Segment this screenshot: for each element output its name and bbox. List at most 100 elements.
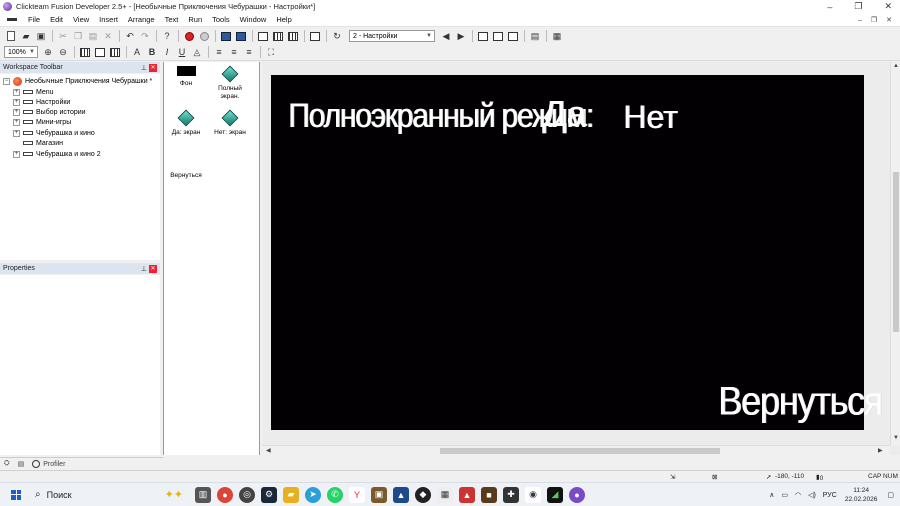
windows-start-icon[interactable]: [11, 489, 21, 500]
object-item-back[interactable]: Вернуться: [164, 172, 208, 180]
taskbar-search[interactable]: ⌕ Поиск ✦✦: [35, 486, 185, 504]
tab-profiler[interactable]: Profiler: [32, 460, 65, 468]
obs-icon[interactable]: ◎: [239, 486, 255, 503]
align-right-button[interactable]: ≡: [242, 45, 256, 59]
prev-frame-button[interactable]: ◀: [439, 29, 453, 43]
file-explorer-icon[interactable]: ▰: [283, 486, 299, 503]
language-indicator[interactable]: РУС: [823, 492, 837, 499]
no-option[interactable]: Нет: [623, 99, 678, 136]
tree-frame-story[interactable]: + Выбор истории: [13, 107, 86, 117]
new-button[interactable]: [4, 29, 18, 43]
menu-tools[interactable]: Tools: [207, 15, 235, 24]
tree-root[interactable]: − Необычные Приключения Чебурашки *: [3, 76, 152, 86]
scroll-down-icon[interactable]: ▼: [893, 435, 899, 441]
menu-file[interactable]: File: [23, 15, 45, 24]
system-menu-icon[interactable]: [7, 18, 17, 21]
paste-button[interactable]: ▤: [86, 29, 100, 43]
yandex-browser-icon[interactable]: Y: [349, 486, 365, 503]
expand-icon[interactable]: +: [13, 98, 20, 106]
back-button[interactable]: Вернуться: [718, 378, 883, 424]
taskbar-clock[interactable]: 11:24 22.02.2026: [845, 486, 878, 504]
menu-view[interactable]: View: [68, 15, 94, 24]
minimize-button[interactable]: –: [827, 2, 832, 12]
menu-text[interactable]: Text: [160, 15, 184, 24]
cut-button[interactable]: ✂: [56, 29, 70, 43]
yes-option[interactable]: Да: [542, 93, 586, 135]
help-button[interactable]: ?: [160, 29, 174, 43]
scroll-right-icon[interactable]: ▶: [878, 447, 883, 454]
copy-button[interactable]: ❐: [71, 29, 85, 43]
tab-library[interactable]: ▤: [18, 460, 25, 468]
zoom-fit-button[interactable]: ⊖: [56, 45, 70, 59]
app-icon-3[interactable]: ◆: [415, 486, 431, 503]
restore-button[interactable]: ❐: [854, 1, 862, 12]
horizontal-scroll-thumb[interactable]: [440, 448, 720, 454]
event-editor-button[interactable]: [256, 29, 270, 43]
menu-run[interactable]: Run: [183, 15, 207, 24]
close-panel-icon[interactable]: ✕: [149, 264, 157, 273]
app-icon-5[interactable]: ✚: [503, 486, 519, 503]
whatsapp-icon[interactable]: ✆: [327, 486, 343, 503]
storyboard-button[interactable]: [219, 29, 233, 43]
menu-help[interactable]: Help: [271, 15, 296, 24]
expand-icon[interactable]: +: [13, 129, 20, 137]
run-button[interactable]: [182, 29, 196, 43]
vertical-scrollbar[interactable]: ▲ ▼: [890, 62, 900, 445]
app-icon-6[interactable]: ◉: [525, 486, 541, 503]
minecraft-icon[interactable]: ■: [481, 486, 497, 503]
scroll-up-icon[interactable]: ▲: [893, 63, 899, 69]
pin-icon[interactable]: ⊥: [141, 64, 147, 72]
test-button[interactable]: ▦: [550, 29, 564, 43]
notification-icon[interactable]: ▢: [887, 491, 894, 499]
layer-toggle-button[interactable]: [108, 45, 122, 59]
tree-frame-settings[interactable]: + Настройки: [13, 97, 70, 107]
build-button[interactable]: [197, 29, 211, 43]
open-button[interactable]: ▰: [19, 29, 33, 43]
zoom-select[interactable]: 100% ▼: [4, 46, 38, 58]
close-panel-icon[interactable]: ✕: [149, 63, 157, 72]
frame-script-button[interactable]: ↻: [330, 29, 344, 43]
tree-frame-cinema[interactable]: + Чебурашка и кино: [13, 128, 95, 138]
layer-button[interactable]: [476, 29, 490, 43]
close-button[interactable]: ✕: [884, 1, 892, 12]
grid-toggle-button[interactable]: [78, 45, 92, 59]
frame-select[interactable]: 2 - Настройки ▼: [349, 30, 435, 42]
app-icon-7[interactable]: ◢: [547, 486, 563, 503]
mdi-restore-button[interactable]: ❐: [871, 16, 877, 24]
horizontal-scrollbar[interactable]: ◀ ▶: [262, 445, 890, 455]
vertical-scroll-thumb[interactable]: [893, 172, 899, 332]
tree-frame-shop[interactable]: Магазин: [23, 138, 63, 148]
app-icon-2[interactable]: ▲: [393, 486, 409, 503]
menu-edit[interactable]: Edit: [45, 15, 68, 24]
object-item-background[interactable]: Фон: [164, 66, 208, 88]
tray-chevron-icon[interactable]: ∧: [769, 491, 774, 499]
delete-button[interactable]: ✕: [101, 29, 115, 43]
save-button[interactable]: ▣: [34, 29, 48, 43]
object-item-no[interactable]: Нет: экран: [208, 109, 252, 137]
app-icon-1[interactable]: ▣: [371, 486, 387, 503]
mdi-close-button[interactable]: ✕: [886, 16, 892, 24]
expand-icon[interactable]: +: [13, 88, 20, 96]
zoom-in-button[interactable]: ⊕: [41, 45, 55, 59]
tree-frame-menu[interactable]: + Menu: [13, 87, 54, 97]
font-button[interactable]: A: [130, 45, 144, 59]
menu-insert[interactable]: Insert: [94, 15, 123, 24]
volume-icon[interactable]: ◁): [808, 491, 816, 499]
tree-frame-minigames[interactable]: + Мини-игры: [13, 117, 71, 127]
menu-arrange[interactable]: Arrange: [123, 15, 160, 24]
collapse-icon[interactable]: −: [3, 77, 10, 85]
data-elements-button[interactable]: [286, 29, 300, 43]
expand-icon[interactable]: +: [13, 118, 20, 126]
expand-icon[interactable]: +: [13, 108, 20, 116]
network-icon[interactable]: ▭: [781, 491, 788, 499]
steam-icon[interactable]: ⚙: [261, 486, 277, 503]
grid-button[interactable]: ▤: [528, 29, 542, 43]
clickteam-taskbar-icon[interactable]: ●: [569, 486, 585, 503]
properties-view-button[interactable]: [308, 29, 322, 43]
snap-button[interactable]: [93, 45, 107, 59]
underline-button[interactable]: U: [175, 45, 189, 59]
frame-editor-button[interactable]: [234, 29, 248, 43]
tab-layers[interactable]: ⛭: [4, 460, 10, 468]
redo-button[interactable]: ↷: [138, 29, 152, 43]
align-left-button[interactable]: ≡: [212, 45, 226, 59]
